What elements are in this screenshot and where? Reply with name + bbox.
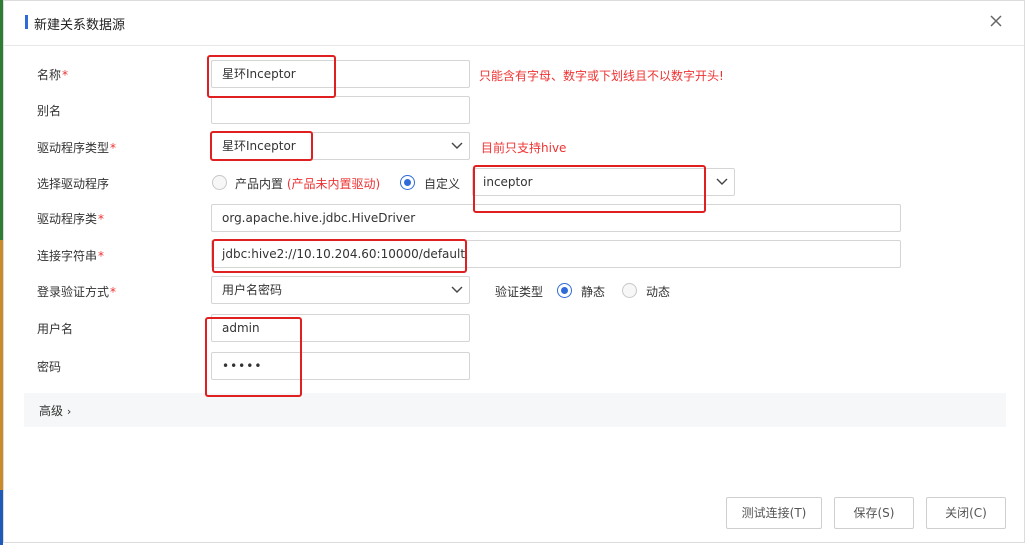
- chevron-down-icon: [451, 142, 463, 149]
- chevron-down-icon: [716, 178, 728, 185]
- name-hint: 只能含有字母、数字或下划线且不以数字开头!: [479, 69, 724, 83]
- driver-type-value: 星环Inceptor: [222, 139, 296, 153]
- auth-method-value: 用户名密码: [222, 283, 283, 297]
- radio-dynamic[interactable]: [622, 283, 637, 298]
- dialog-title: 新建关系数据源: [34, 18, 126, 33]
- alias-label: 别名: [37, 104, 62, 118]
- driver-type-label: 驱动程序类型*: [37, 141, 117, 155]
- test-connection-button[interactable]: 测试连接(T): [726, 497, 822, 529]
- save-button[interactable]: 保存(S): [834, 497, 914, 529]
- radio-builtin[interactable]: [212, 175, 227, 190]
- new-datasource-dialog: 新建关系数据源 名称* 星环Inceptor 只能含有字母、数字或下划线且不以数…: [3, 0, 1025, 543]
- alias-input[interactable]: [211, 96, 470, 124]
- driver-type-hint: 目前只支持hive: [481, 141, 567, 155]
- driver-type-select[interactable]: 星环Inceptor: [211, 132, 470, 160]
- driver-class-input[interactable]: org.apache.hive.jdbc.HiveDriver: [211, 204, 901, 232]
- advanced-label: 高级 ›: [39, 404, 72, 418]
- title-accent-bar: [25, 15, 28, 29]
- auth-method-select[interactable]: 用户名密码: [211, 276, 470, 304]
- dynamic-option-label: 动态: [646, 285, 671, 299]
- close-icon[interactable]: [988, 13, 1004, 29]
- password-input[interactable]: •••••: [211, 352, 470, 380]
- radio-custom[interactable]: [400, 175, 415, 190]
- name-label: 名称*: [37, 68, 69, 82]
- custom-option-label: 自定义: [424, 177, 461, 191]
- name-input[interactable]: 星环Inceptor: [211, 60, 470, 88]
- dialog-header: 新建关系数据源: [4, 1, 1024, 46]
- auth-method-label: 登录验证方式*: [37, 285, 117, 299]
- custom-driver-value: inceptor: [483, 175, 533, 189]
- advanced-section-toggle[interactable]: 高级 ›: [24, 393, 1006, 427]
- custom-driver-select[interactable]: inceptor: [472, 168, 735, 196]
- static-option-label: 静态: [581, 285, 606, 299]
- verify-type-label: 验证类型: [495, 285, 544, 299]
- conn-string-input[interactable]: jdbc:hive2://10.10.204.60:10000/default: [211, 240, 901, 268]
- chevron-down-icon: [451, 286, 463, 293]
- builtin-note: (产品未内置驱动): [286, 177, 381, 191]
- driver-select-label: 选择驱动程序: [37, 177, 110, 191]
- close-button[interactable]: 关闭(C): [926, 497, 1006, 529]
- username-label: 用户名: [37, 322, 74, 336]
- radio-static[interactable]: [557, 283, 572, 298]
- builtin-option-label: 产品内置 (产品未内置驱动): [235, 177, 381, 191]
- driver-class-label: 驱动程序类*: [37, 212, 105, 226]
- chevron-right-icon: ›: [66, 405, 72, 418]
- conn-string-label: 连接字符串*: [37, 249, 105, 263]
- username-input[interactable]: admin: [211, 314, 470, 342]
- password-label: 密码: [37, 360, 62, 374]
